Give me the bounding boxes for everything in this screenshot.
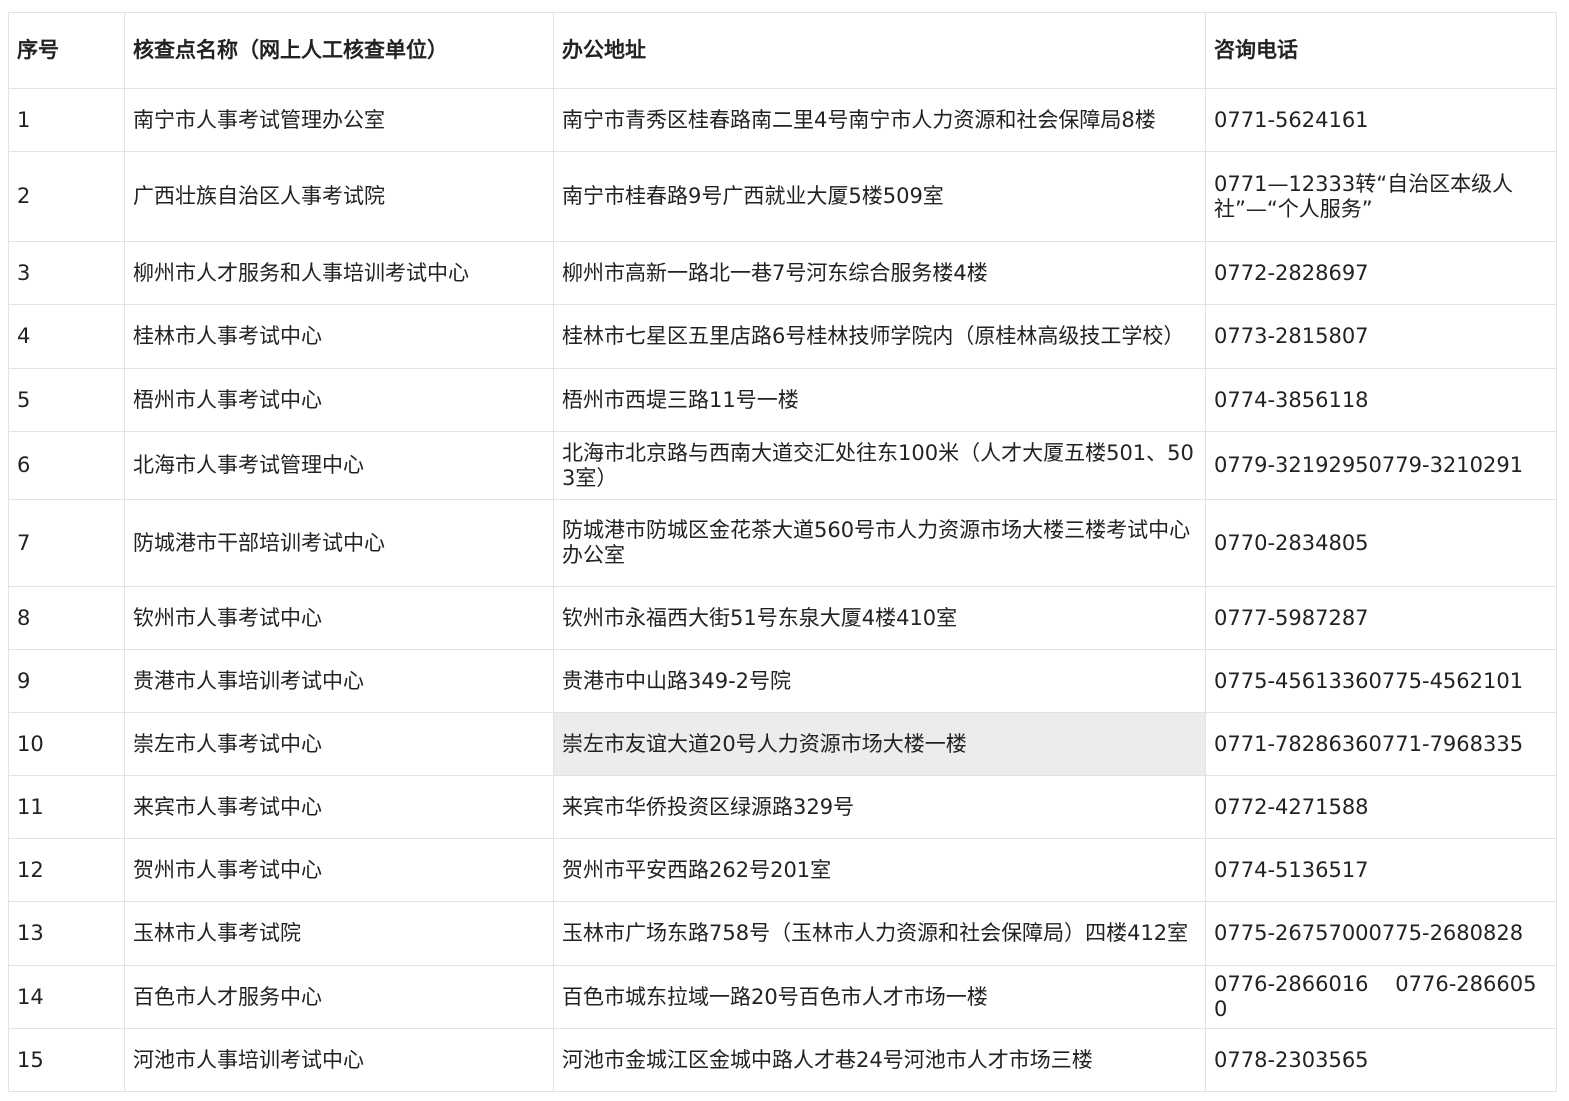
- cell-name: 贵港市人事培训考试中心: [124, 649, 554, 713]
- table-row: 12 贺州市人事考试中心 贺州市平安西路262号201室 0774-5136517: [8, 838, 1557, 902]
- cell-name: 广西壮族自治区人事考试院: [124, 151, 554, 242]
- cell-no: 4: [8, 304, 125, 369]
- cell-no: 7: [8, 499, 125, 587]
- cell-address: 南宁市青秀区桂春路南二里4号南宁市人力资源和社会保障局8楼: [553, 88, 1206, 152]
- header-row: 序号 核查点名称（网上人工核查单位） 办公地址 咨询电话: [8, 12, 1557, 89]
- cell-no: 11: [8, 775, 125, 839]
- cell-name: 桂林市人事考试中心: [124, 304, 554, 369]
- header-address: 办公地址: [553, 12, 1206, 89]
- cell-name: 钦州市人事考试中心: [124, 586, 554, 650]
- cell-no: 5: [8, 368, 125, 432]
- header-name: 核查点名称（网上人工核查单位）: [124, 12, 554, 89]
- cell-phone: 0772-2828697: [1205, 241, 1557, 305]
- cell-no: 3: [8, 241, 125, 305]
- cell-phone: 0774-3856118: [1205, 368, 1557, 432]
- table-row: 14 百色市人才服务中心 百色市城东拉域一路20号百色市人才市场一楼 0776-286…: [8, 965, 1557, 1029]
- cell-name: 崇左市人事考试中心: [124, 712, 554, 776]
- cell-name: 河池市人事培训考试中心: [124, 1028, 554, 1092]
- table-body: 1 南宁市人事考试管理办公室 南宁市青秀区桂春路南二里4号南宁市人力资源和社会保障局…: [8, 88, 1557, 1092]
- cell-name: 防城港市干部培训考试中心: [124, 499, 554, 587]
- header-no: 序号: [8, 12, 125, 89]
- cell-address: 钦州市永福西大街51号东泉大厦4楼410室: [553, 586, 1206, 650]
- cell-address: 贵港市中山路349-2号院: [553, 649, 1206, 713]
- checkpoint-table-container: 序号 核查点名称（网上人工核查单位） 办公地址 咨询电话 1 南宁市人事考试管理办…: [8, 12, 1557, 1092]
- cell-no: 10: [8, 712, 125, 776]
- cell-name: 百色市人才服务中心: [124, 965, 554, 1029]
- cell-phone: 0774-5136517: [1205, 838, 1557, 902]
- cell-name: 玉林市人事考试院: [124, 901, 554, 966]
- cell-phone: 0779-32192950779-3210291: [1205, 431, 1557, 500]
- table-row: 10 崇左市人事考试中心 崇左市友谊大道20号人力资源市场大楼一楼 0771-7828…: [8, 712, 1557, 776]
- cell-phone: 0776-2866016 0776-2866050: [1205, 965, 1557, 1029]
- table-header: 序号 核查点名称（网上人工核查单位） 办公地址 咨询电话: [8, 12, 1557, 89]
- cell-address: 河池市金城江区金城中路人才巷24号河池市人才市场三楼: [553, 1028, 1206, 1092]
- cell-phone: 0777-5987287: [1205, 586, 1557, 650]
- cell-phone: 0778-2303565: [1205, 1028, 1557, 1092]
- table-row: 7 防城港市干部培训考试中心 防城港市防城区金花茶大道560号市人力资源市场大楼三楼…: [8, 499, 1557, 587]
- cell-phone: 0773-2815807: [1205, 304, 1557, 369]
- table-row: 8 钦州市人事考试中心 钦州市永福西大街51号东泉大厦4楼410室 0777-5987…: [8, 586, 1557, 650]
- cell-address: 柳州市高新一路北一巷7号河东综合服务楼4楼: [553, 241, 1206, 305]
- cell-no: 6: [8, 431, 125, 500]
- table-row: 11 来宾市人事考试中心 来宾市华侨投资区绿源路329号 0772-4271588: [8, 775, 1557, 839]
- cell-name: 梧州市人事考试中心: [124, 368, 554, 432]
- cell-phone: 0775-26757000775-2680828: [1205, 901, 1557, 966]
- cell-name: 柳州市人才服务和人事培训考试中心: [124, 241, 554, 305]
- cell-no: 9: [8, 649, 125, 713]
- checkpoint-table: 序号 核查点名称（网上人工核查单位） 办公地址 咨询电话 1 南宁市人事考试管理办…: [8, 12, 1557, 1092]
- table-row: 2 广西壮族自治区人事考试院 南宁市桂春路9号广西就业大厦5楼509室 0771—12…: [8, 151, 1557, 242]
- cell-name: 南宁市人事考试管理办公室: [124, 88, 554, 152]
- cell-address: 梧州市西堤三路11号一楼: [553, 368, 1206, 432]
- header-phone: 咨询电话: [1205, 12, 1557, 89]
- table-row: 15 河池市人事培训考试中心 河池市金城江区金城中路人才巷24号河池市人才市场三楼 0…: [8, 1028, 1557, 1092]
- cell-phone: 0771—12333转“自治区本级人社”—“个人服务”: [1205, 151, 1557, 242]
- cell-no: 15: [8, 1028, 125, 1092]
- cell-name: 贺州市人事考试中心: [124, 838, 554, 902]
- cell-name: 北海市人事考试管理中心: [124, 431, 554, 500]
- table-row: 4 桂林市人事考试中心 桂林市七星区五里店路6号桂林技师学院内（原桂林高级技工学校）…: [8, 304, 1557, 369]
- cell-address: 玉林市广场东路758号（玉林市人力资源和社会保障局）四楼412室: [553, 901, 1206, 966]
- cell-address: 北海市北京路与西南大道交汇处往东100米（人才大厦五楼501、503室）: [553, 431, 1206, 500]
- table-row: 6 北海市人事考试管理中心 北海市北京路与西南大道交汇处往东100米（人才大厦五楼5…: [8, 431, 1557, 500]
- table-row: 3 柳州市人才服务和人事培训考试中心 柳州市高新一路北一巷7号河东综合服务楼4楼 07…: [8, 241, 1557, 305]
- cell-phone: 0771-5624161: [1205, 88, 1557, 152]
- cell-address: 南宁市桂春路9号广西就业大厦5楼509室: [553, 151, 1206, 242]
- cell-address: 防城港市防城区金花茶大道560号市人力资源市场大楼三楼考试中心办公室: [553, 499, 1206, 587]
- cell-address: 来宾市华侨投资区绿源路329号: [553, 775, 1206, 839]
- cell-phone: 0775-45613360775-4562101: [1205, 649, 1557, 713]
- cell-no: 2: [8, 151, 125, 242]
- table-row: 13 玉林市人事考试院 玉林市广场东路758号（玉林市人力资源和社会保障局）四楼41…: [8, 901, 1557, 966]
- cell-no: 13: [8, 901, 125, 966]
- table-row: 9 贵港市人事培训考试中心 贵港市中山路349-2号院 0775-4561336077…: [8, 649, 1557, 713]
- cell-no: 1: [8, 88, 125, 152]
- cell-phone: 0772-4271588: [1205, 775, 1557, 839]
- cell-phone: 0770-2834805: [1205, 499, 1557, 587]
- cell-no: 8: [8, 586, 125, 650]
- cell-address: 崇左市友谊大道20号人力资源市场大楼一楼: [553, 712, 1206, 776]
- cell-address: 百色市城东拉域一路20号百色市人才市场一楼: [553, 965, 1206, 1029]
- cell-no: 14: [8, 965, 125, 1029]
- cell-address: 桂林市七星区五里店路6号桂林技师学院内（原桂林高级技工学校）: [553, 304, 1206, 369]
- cell-name: 来宾市人事考试中心: [124, 775, 554, 839]
- table-row: 1 南宁市人事考试管理办公室 南宁市青秀区桂春路南二里4号南宁市人力资源和社会保障局…: [8, 88, 1557, 152]
- table-row: 5 梧州市人事考试中心 梧州市西堤三路11号一楼 0774-3856118: [8, 368, 1557, 432]
- cell-address: 贺州市平安西路262号201室: [553, 838, 1206, 902]
- cell-phone: 0771-78286360771-7968335: [1205, 712, 1557, 776]
- cell-no: 12: [8, 838, 125, 902]
